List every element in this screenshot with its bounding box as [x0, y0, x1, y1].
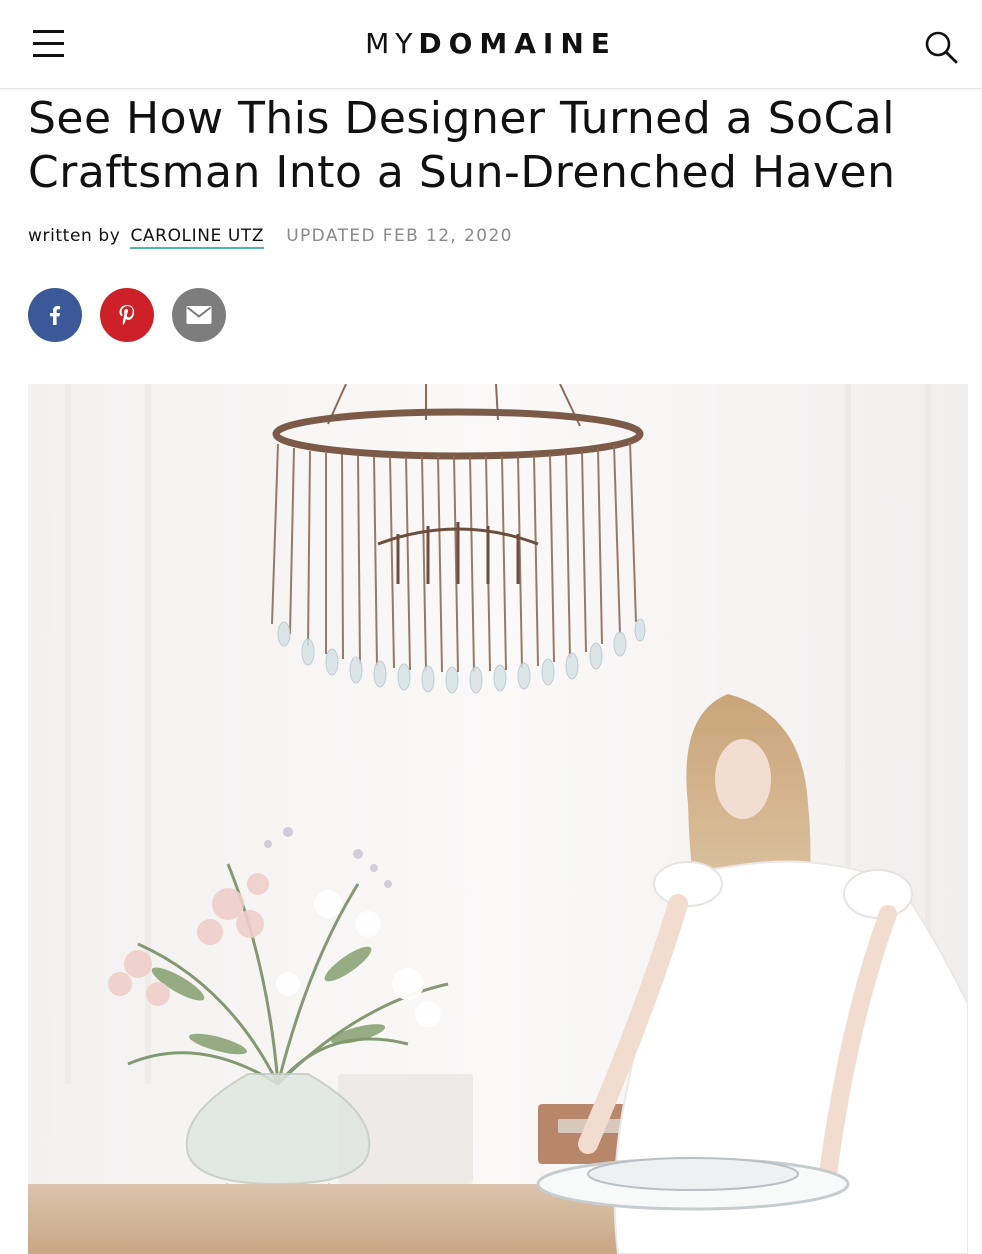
hero-photo-illustration: [28, 384, 968, 1254]
facebook-share-button[interactable]: [28, 288, 82, 342]
updated-date: UPDATED FEB 12, 2020: [286, 226, 513, 246]
search-button[interactable]: [918, 24, 964, 70]
article-byline: written by CAROLINE UTZ UPDATED FEB 12, …: [28, 224, 948, 249]
hero-image: [28, 384, 968, 1254]
search-icon: [925, 31, 958, 64]
logo-bold-text: DOMAINE: [418, 27, 617, 60]
author-link[interactable]: CAROLINE UTZ: [130, 226, 265, 249]
logo-light-text: MY: [365, 27, 419, 60]
pinterest-icon: [119, 305, 135, 326]
article-title: See How This Designer Turned a SoCal Cra…: [28, 93, 896, 198]
pinterest-share-button[interactable]: [100, 288, 154, 342]
mail-icon: [186, 306, 212, 324]
site-header: MYDOMAINE: [0, 0, 982, 89]
byline-prefix: written by: [28, 226, 121, 246]
email-share-button[interactable]: [172, 288, 226, 342]
site-logo[interactable]: MYDOMAINE: [0, 26, 982, 62]
facebook-icon: [50, 306, 61, 325]
